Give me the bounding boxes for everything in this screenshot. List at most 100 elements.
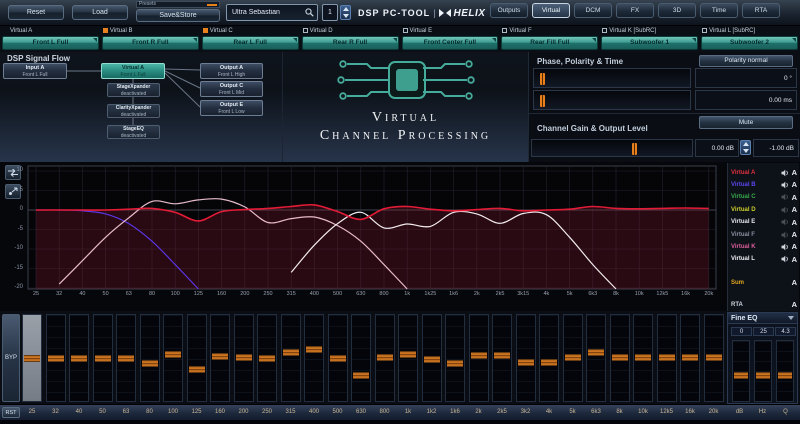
eq-band-handle[interactable] <box>377 354 393 361</box>
mute-button[interactable]: Mute <box>699 116 793 129</box>
auto-badge[interactable]: A <box>792 205 797 214</box>
legend-channel-label[interactable]: Virtual K <box>731 244 781 250</box>
eq-band-handle[interactable] <box>236 354 252 361</box>
eq-band-handle[interactable] <box>353 372 369 379</box>
flow-virtual-a[interactable]: Virtual A Front L Full <box>101 63 165 79</box>
eq-band-handle[interactable] <box>118 355 134 362</box>
auto-badge[interactable]: A <box>792 242 797 251</box>
fine-eq-db-value[interactable]: 0 <box>731 327 752 336</box>
channel-checkbox[interactable] <box>702 28 707 33</box>
eq-band-handle[interactable] <box>706 354 722 361</box>
flow-clarityxpander[interactable]: ClarityXpander deactivated <box>107 104 160 118</box>
device-number-stepper[interactable] <box>340 5 351 20</box>
eq-reset-button[interactable]: RST <box>2 407 20 418</box>
fine-eq-hz-value[interactable]: 25 <box>753 327 774 336</box>
flow-stageeq[interactable]: StageEQ deactivated <box>107 125 160 139</box>
eq-band-handle[interactable] <box>612 354 628 361</box>
speaker-icon[interactable] <box>781 255 789 263</box>
eq-band-slider-400[interactable] <box>304 314 324 402</box>
eq-band-handle[interactable] <box>494 352 510 359</box>
channel-output-button[interactable]: Rear Fill Full <box>501 36 598 50</box>
eq-band-handle[interactable] <box>189 366 205 373</box>
phase-slider-handle[interactable] <box>540 73 545 85</box>
eq-band-handle[interactable] <box>659 354 675 361</box>
eq-band-slider-80[interactable] <box>140 314 160 402</box>
fine-eq-q-value[interactable]: 4.3 <box>775 327 796 336</box>
eq-band-slider-63[interactable] <box>116 314 136 402</box>
fine-eq-db-slider[interactable] <box>732 340 750 402</box>
fine-eq-db-handle[interactable] <box>734 372 748 379</box>
fine-eq-hz-slider[interactable] <box>754 340 772 402</box>
eq-band-slider-200[interactable] <box>234 314 254 402</box>
flow-output-e[interactable]: Output E Front L Low <box>200 100 263 116</box>
flow-output-c[interactable]: Output C Front L Mid <box>200 81 263 97</box>
nav-3d[interactable]: 3D <box>658 3 696 18</box>
legend-channel-label[interactable]: Virtual D <box>731 207 781 213</box>
legend-row-virtual-k[interactable]: Virtual K A <box>731 241 797 252</box>
eq-band-handle[interactable] <box>212 353 228 360</box>
nav-virtual[interactable]: Virtual <box>532 3 570 18</box>
fine-eq-q-handle[interactable] <box>778 372 792 379</box>
eq-band-slider-2k[interactable] <box>469 314 489 402</box>
speaker-icon[interactable] <box>781 243 789 251</box>
gain-value[interactable]: 0.00 dB <box>695 139 739 157</box>
legend-row-sum[interactable]: SumA <box>731 277 797 288</box>
eq-band-handle[interactable] <box>635 354 651 361</box>
channel-output-button[interactable]: Front R Full <box>102 36 199 50</box>
eq-band-slider-25[interactable] <box>22 314 42 402</box>
nav-fx[interactable]: FX <box>616 3 654 18</box>
eq-band-handle[interactable] <box>283 349 299 356</box>
phase-slider[interactable] <box>533 68 691 88</box>
eq-band-handle[interactable] <box>400 351 416 358</box>
channel-output-button[interactable]: Subwoofer 1 <box>601 36 698 50</box>
eq-band-slider-2k5[interactable] <box>492 314 512 402</box>
fine-eq-header[interactable]: Fine EQ <box>728 313 797 324</box>
eq-band-handle[interactable] <box>565 354 581 361</box>
gain-step-down-icon[interactable] <box>743 149 749 153</box>
channel-checkbox[interactable] <box>602 28 607 33</box>
channel-checkbox[interactable] <box>303 28 308 33</box>
delay-value[interactable]: 0.00 ms <box>695 90 797 110</box>
eq-band-slider-1k2[interactable] <box>422 314 442 402</box>
nav-dcm[interactable]: DCM <box>574 3 612 18</box>
eq-band-handle[interactable] <box>71 355 87 362</box>
legend-row-virtual-e[interactable]: Virtual EA <box>731 217 797 228</box>
fine-eq-q-slider[interactable] <box>776 340 794 402</box>
flow-input-a[interactable]: Input A Front L Full <box>3 63 67 79</box>
eq-band-handle[interactable] <box>259 355 275 362</box>
legend-row-virtual-b[interactable]: Virtual BA <box>731 179 797 190</box>
eq-band-slider-40[interactable] <box>69 314 89 402</box>
legend-row-virtual-d[interactable]: Virtual D A <box>731 204 797 215</box>
legend-channel-label[interactable]: Sum <box>731 280 789 286</box>
eq-band-slider-5k[interactable] <box>563 314 583 402</box>
eq-band-slider-12k5[interactable] <box>657 314 677 402</box>
step-down-icon[interactable] <box>343 14 349 18</box>
channel-output-button[interactable]: Front L Full <box>2 36 99 50</box>
gain-stepper[interactable] <box>740 140 751 155</box>
load-button[interactable]: Load <box>72 5 128 20</box>
step-up-icon[interactable] <box>343 7 349 11</box>
eq-band-handle[interactable] <box>95 355 111 362</box>
channel-checkbox[interactable] <box>203 28 208 33</box>
auto-badge[interactable]: A <box>792 218 797 227</box>
flow-output-a[interactable]: Output A Front L High <box>200 63 263 79</box>
auto-badge[interactable]: A <box>792 180 797 189</box>
channel-checkbox[interactable] <box>502 28 507 33</box>
nav-rta[interactable]: RTA <box>742 3 780 18</box>
speaker-icon[interactable] <box>781 193 789 201</box>
gain-slider-handle[interactable] <box>632 143 637 155</box>
channel-checkbox[interactable] <box>103 28 108 33</box>
channel-output-button[interactable]: Subwoofer 2 <box>701 36 798 50</box>
channel-output-button[interactable]: Rear R Full <box>302 36 399 50</box>
eq-bypass-button[interactable]: BYP <box>2 314 20 402</box>
eq-band-slider-1k[interactable] <box>398 314 418 402</box>
eq-band-slider-6k3[interactable] <box>586 314 606 402</box>
eq-band-handle[interactable] <box>165 351 181 358</box>
legend-channel-label[interactable]: Virtual L <box>731 256 781 262</box>
speaker-icon[interactable] <box>781 181 789 189</box>
eq-plot-area[interactable] <box>26 163 722 296</box>
fine-eq-hz-handle[interactable] <box>756 372 770 379</box>
legend-row-virtual-a[interactable]: Virtual AA <box>731 167 797 178</box>
auto-badge[interactable]: A <box>792 300 797 309</box>
nav-time[interactable]: Time <box>700 3 738 18</box>
